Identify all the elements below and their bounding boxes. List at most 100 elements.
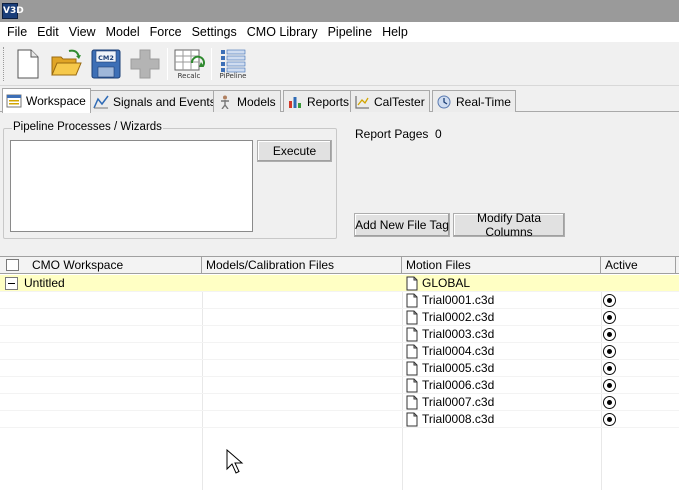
workspace-grid[interactable]: CMO Workspace Models/Calibration Files M… [0,256,679,490]
motion-file-name: Trial0008.c3d [422,412,495,426]
realtime-icon [437,95,451,108]
model-figure-icon [221,95,229,109]
table-row-global[interactable]: Untitled GLOBAL [0,275,679,292]
pipeline-processes-group: Pipeline Processes / Wizards Execute [3,121,337,239]
column-header-cmo-workspace[interactable]: CMO Workspace [0,257,202,274]
table-row[interactable]: Trial0004.c3d [0,343,679,360]
motion-file-name: Trial0002.c3d [422,310,495,324]
tab-label: Models [237,94,276,109]
open-button[interactable] [49,47,83,81]
recalc-button[interactable]: Recalc [172,47,206,81]
active-radio[interactable] [603,396,616,409]
tab-models[interactable]: Models [213,90,281,112]
new-document-icon [17,49,39,79]
active-radio[interactable] [603,379,616,392]
tab-label: Real-Time [456,94,511,109]
caltester-icon [355,95,369,109]
menu-settings[interactable]: Settings [187,22,242,42]
open-folder-icon [51,49,82,76]
grid-rows: Untitled GLOBAL Trial0001.c3d Trial0002.… [0,275,679,428]
bar-chart-icon [289,96,301,108]
save-badge-text: CM2 [98,54,114,62]
execute-button[interactable]: Execute [257,140,332,162]
file-icon [406,276,418,291]
active-radio[interactable] [603,413,616,426]
column-header-label: Active [605,258,638,272]
global-label: GLOBAL [422,276,471,290]
menu-cmo-library[interactable]: CMO Library [242,22,323,42]
workspace-name: Untitled [24,276,65,290]
motion-file-name: Trial0004.c3d [422,344,495,358]
motion-file-name: Trial0003.c3d [422,327,495,341]
toolbar-separator [167,48,168,80]
title-bar[interactable]: V3D [0,0,679,22]
file-icon [406,293,418,308]
active-radio[interactable] [603,345,616,358]
column-header-label: Motion Files [406,258,471,272]
motion-file-name: Trial0005.c3d [422,361,495,375]
active-radio[interactable] [603,362,616,375]
menu-file[interactable]: File [2,22,32,42]
menu-model[interactable]: Model [101,22,145,42]
workspace-icon [6,94,22,108]
tab-caltester[interactable]: CalTester [350,90,430,112]
active-radio[interactable] [603,294,616,307]
tab-reports[interactable]: Reports [283,90,355,112]
pipeline-group-title: Pipeline Processes / Wizards [12,121,163,133]
motion-file-name: Trial0006.c3d [422,378,495,392]
pipeline-label: PiPeline [219,72,247,80]
column-header-models[interactable]: Models/Calibration Files [202,257,402,274]
pipeline-button[interactable]: PiPeline [216,47,250,81]
tab-strip: Workspace Signals and Events Models Repo… [0,88,679,113]
table-row[interactable]: Trial0008.c3d [0,411,679,428]
table-row[interactable]: Trial0007.c3d [0,394,679,411]
file-icon [406,310,418,325]
tab-real-time[interactable]: Real-Time [432,90,516,112]
menu-pipeline[interactable]: Pipeline [323,22,377,42]
file-icon [406,378,418,393]
tab-label: Reports [307,94,350,109]
app-icon[interactable]: V3D [2,3,24,19]
toolbar-separator [211,48,212,80]
table-row[interactable]: Trial0006.c3d [0,377,679,394]
file-icon [406,395,418,410]
tab-label: Workspace [26,94,86,108]
collapse-icon[interactable] [5,277,18,290]
column-header-label: Models/Calibration Files [206,258,335,272]
motion-file-name: Trial0001.c3d [422,293,495,307]
file-icon [406,361,418,376]
save-disk-icon: CM2 [91,49,121,79]
column-header-label: CMO Workspace [32,258,124,272]
active-radio[interactable] [603,328,616,341]
menu-edit[interactable]: Edit [32,22,64,42]
tab-workspace[interactable]: Workspace [2,88,91,113]
save-cmo-button[interactable]: CM2 [89,47,123,81]
recalc-label: Recalc [177,72,201,80]
pipeline-process-list[interactable] [10,140,253,232]
menu-help[interactable]: Help [377,22,413,42]
report-pages-label: Report Pages [355,127,429,141]
sort-toggle-icon[interactable] [6,259,19,271]
tab-label: CalTester [374,94,425,109]
add-button[interactable] [128,47,162,81]
table-row[interactable]: Trial0002.c3d [0,309,679,326]
toolbar: CM2 Recalc PiPeline [0,42,679,86]
column-header-motion-files[interactable]: Motion Files [402,257,601,274]
tab-signals-and-events[interactable]: Signals and Events [89,90,221,112]
table-row[interactable]: Trial0003.c3d [0,326,679,343]
active-radio[interactable] [603,311,616,324]
add-new-file-tag-button[interactable]: Add New File Tag [354,213,450,237]
table-row[interactable]: Trial0005.c3d [0,360,679,377]
file-icon [406,327,418,342]
menu-view[interactable]: View [64,22,101,42]
toolbar-grip[interactable] [3,47,6,81]
table-row[interactable]: Trial0001.c3d [0,292,679,309]
new-button[interactable] [10,47,44,81]
column-header-active[interactable]: Active [601,257,676,274]
file-icon [406,344,418,359]
motion-file-name: Trial0007.c3d [422,395,495,409]
signals-icon [93,95,109,108]
modify-data-columns-button[interactable]: Modify Data Columns [453,211,565,239]
menu-force[interactable]: Force [145,22,187,42]
report-pages-count: 0 [435,127,442,141]
